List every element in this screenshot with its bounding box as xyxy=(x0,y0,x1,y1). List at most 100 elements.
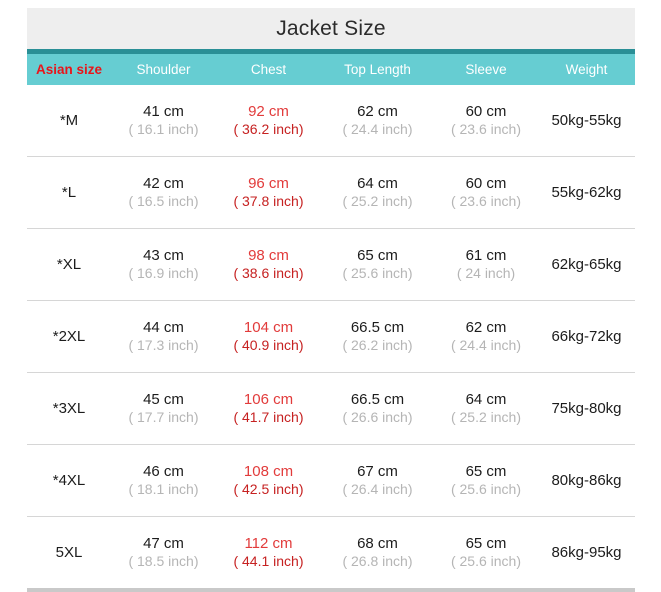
top-length-inch-value: ( 26.4 inch) xyxy=(342,481,412,499)
column-header-sleeve: Sleeve xyxy=(434,52,538,86)
sleeve-cm-value: 65 cm xyxy=(466,534,507,553)
cell-weight: 75kg-80kg xyxy=(538,373,635,445)
measure-stack: 65 cm( 25.6 inch) xyxy=(434,534,538,571)
size-chart-container: Jacket Size Asian size Shoulder Chest To… xyxy=(0,0,661,571)
cell-size-label: *3XL xyxy=(27,373,111,445)
table-row: *3XL45 cm( 17.7 inch)106 cm( 41.7 inch)6… xyxy=(27,373,635,445)
size-label-value: *4XL xyxy=(53,472,86,489)
measure-stack: 45 cm( 17.7 inch) xyxy=(111,390,216,427)
cell-chest: 106 cm( 41.7 inch) xyxy=(216,373,321,445)
top-length-cm-value: 68 cm xyxy=(357,534,398,553)
cell-top-length: 66.5 cm( 26.2 inch) xyxy=(321,301,434,373)
cell-size-label: *2XL xyxy=(27,301,111,373)
measure-stack: 62 cm( 24.4 inch) xyxy=(321,102,434,139)
cell-top-length: 66.5 cm( 26.6 inch) xyxy=(321,373,434,445)
column-header-chest: Chest xyxy=(216,52,321,86)
size-label-value: 5XL xyxy=(56,544,83,561)
cell-top-length: 68 cm( 26.8 inch) xyxy=(321,517,434,591)
chest-cm-value: 98 cm xyxy=(248,246,289,265)
top-length-inch-value: ( 24.4 inch) xyxy=(342,121,412,139)
shoulder-inch-value: ( 16.5 inch) xyxy=(128,193,198,211)
top-length-cm-value: 62 cm xyxy=(357,102,398,121)
chest-inch-value: ( 38.6 inch) xyxy=(233,265,303,283)
measure-stack: 66.5 cm( 26.2 inch) xyxy=(321,318,434,355)
column-header-asian-size: Asian size xyxy=(27,52,111,86)
cell-size-label: *L xyxy=(27,157,111,229)
measure-stack: 112 cm( 44.1 inch) xyxy=(216,534,321,571)
sleeve-inch-value: ( 25.6 inch) xyxy=(451,481,521,499)
size-label-value: *L xyxy=(62,184,76,201)
cell-chest: 104 cm( 40.9 inch) xyxy=(216,301,321,373)
cell-sleeve: 61 cm( 24 inch) xyxy=(434,229,538,301)
measure-stack: 60 cm( 23.6 inch) xyxy=(434,174,538,211)
cell-sleeve: 65 cm( 25.6 inch) xyxy=(434,445,538,517)
cell-shoulder: 45 cm( 17.7 inch) xyxy=(111,373,216,445)
cell-sleeve: 60 cm( 23.6 inch) xyxy=(434,157,538,229)
sleeve-inch-value: ( 25.2 inch) xyxy=(451,409,521,427)
cell-shoulder: 46 cm( 18.1 inch) xyxy=(111,445,216,517)
size-table: Asian size Shoulder Chest Top Length Sle… xyxy=(27,49,635,592)
chest-inch-value: ( 42.5 inch) xyxy=(233,481,303,499)
measure-stack: 42 cm( 16.5 inch) xyxy=(111,174,216,211)
measure-stack: 96 cm( 37.8 inch) xyxy=(216,174,321,211)
cell-sleeve: 60 cm( 23.6 inch) xyxy=(434,85,538,157)
cell-shoulder: 42 cm( 16.5 inch) xyxy=(111,157,216,229)
measure-stack: 66.5 cm( 26.6 inch) xyxy=(321,390,434,427)
cell-chest: 92 cm( 36.2 inch) xyxy=(216,85,321,157)
table-row: 5XL47 cm( 18.5 inch)112 cm( 44.1 inch)68… xyxy=(27,517,635,591)
table-header-row: Asian size Shoulder Chest Top Length Sle… xyxy=(27,52,635,86)
cell-shoulder: 44 cm( 17.3 inch) xyxy=(111,301,216,373)
cell-chest: 108 cm( 42.5 inch) xyxy=(216,445,321,517)
column-header-weight: Weight xyxy=(538,52,635,86)
measure-stack: 108 cm( 42.5 inch) xyxy=(216,462,321,499)
cell-chest: 96 cm( 37.8 inch) xyxy=(216,157,321,229)
chest-cm-value: 96 cm xyxy=(248,174,289,193)
cell-sleeve: 65 cm( 25.6 inch) xyxy=(434,517,538,591)
measure-stack: 64 cm( 25.2 inch) xyxy=(321,174,434,211)
weight-value: 75kg-80kg xyxy=(551,400,621,417)
table-row: *M41 cm( 16.1 inch)92 cm( 36.2 inch)62 c… xyxy=(27,85,635,157)
cell-top-length: 64 cm( 25.2 inch) xyxy=(321,157,434,229)
sleeve-inch-value: ( 23.6 inch) xyxy=(451,193,521,211)
weight-value: 86kg-95kg xyxy=(551,544,621,561)
table-row: *4XL46 cm( 18.1 inch)108 cm( 42.5 inch)6… xyxy=(27,445,635,517)
shoulder-cm-value: 47 cm xyxy=(143,534,184,553)
measure-stack: 62 cm( 24.4 inch) xyxy=(434,318,538,355)
cell-shoulder: 43 cm( 16.9 inch) xyxy=(111,229,216,301)
chest-inch-value: ( 41.7 inch) xyxy=(233,409,303,427)
measure-stack: 43 cm( 16.9 inch) xyxy=(111,246,216,283)
chest-cm-value: 108 cm xyxy=(244,462,293,481)
shoulder-cm-value: 41 cm xyxy=(143,102,184,121)
shoulder-inch-value: ( 16.1 inch) xyxy=(128,121,198,139)
measure-stack: 104 cm( 40.9 inch) xyxy=(216,318,321,355)
size-label-value: *3XL xyxy=(53,400,86,417)
chest-inch-value: ( 40.9 inch) xyxy=(233,337,303,355)
chest-inch-value: ( 44.1 inch) xyxy=(233,553,303,571)
cell-sleeve: 62 cm( 24.4 inch) xyxy=(434,301,538,373)
weight-value: 66kg-72kg xyxy=(551,328,621,345)
cell-size-label: *4XL xyxy=(27,445,111,517)
weight-value: 62kg-65kg xyxy=(551,256,621,273)
top-length-inch-value: ( 26.6 inch) xyxy=(342,409,412,427)
measure-stack: 98 cm( 38.6 inch) xyxy=(216,246,321,283)
measure-stack: 64 cm( 25.2 inch) xyxy=(434,390,538,427)
top-length-cm-value: 64 cm xyxy=(357,174,398,193)
top-length-cm-value: 65 cm xyxy=(357,246,398,265)
top-length-cm-value: 66.5 cm xyxy=(351,390,404,409)
cell-weight: 62kg-65kg xyxy=(538,229,635,301)
shoulder-inch-value: ( 17.7 inch) xyxy=(128,409,198,427)
cell-size-label: *XL xyxy=(27,229,111,301)
table-body: *M41 cm( 16.1 inch)92 cm( 36.2 inch)62 c… xyxy=(27,85,635,590)
shoulder-cm-value: 45 cm xyxy=(143,390,184,409)
top-length-cm-value: 66.5 cm xyxy=(351,318,404,337)
table-row: *2XL44 cm( 17.3 inch)104 cm( 40.9 inch)6… xyxy=(27,301,635,373)
measure-stack: 47 cm( 18.5 inch) xyxy=(111,534,216,571)
cell-top-length: 67 cm( 26.4 inch) xyxy=(321,445,434,517)
cell-shoulder: 47 cm( 18.5 inch) xyxy=(111,517,216,591)
shoulder-cm-value: 42 cm xyxy=(143,174,184,193)
measure-stack: 68 cm( 26.8 inch) xyxy=(321,534,434,571)
chest-cm-value: 104 cm xyxy=(244,318,293,337)
measure-stack: 65 cm( 25.6 inch) xyxy=(321,246,434,283)
chest-cm-value: 106 cm xyxy=(244,390,293,409)
top-length-inch-value: ( 26.8 inch) xyxy=(342,553,412,571)
